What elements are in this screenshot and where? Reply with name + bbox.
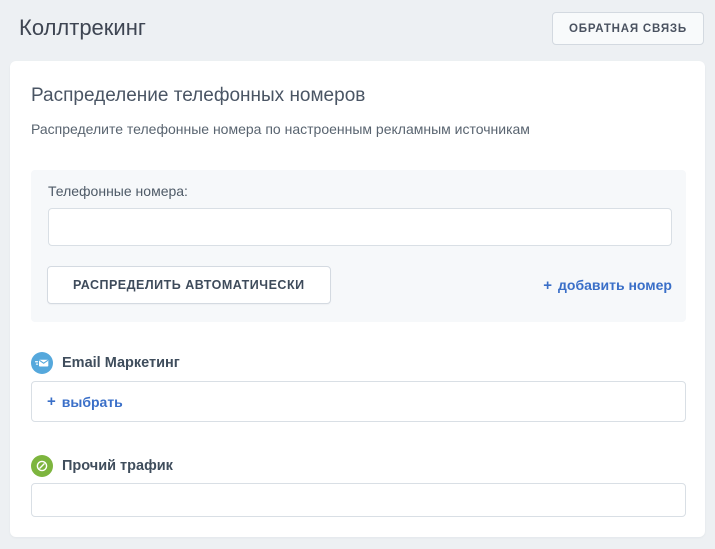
add-number-link[interactable]: + добавить номер [543,277,672,294]
other-traffic-input[interactable] [31,483,686,517]
distribution-card: Распределение телефонных номеров Распред… [10,61,705,537]
plus-icon: + [47,393,56,410]
add-number-label: добавить номер [558,277,672,293]
panel-actions: РАСПРЕДЕЛИТЬ АВТОМАТИЧЕСКИ + добавить но… [47,266,672,304]
feedback-button[interactable]: ОБРАТНАЯ СВЯЗЬ [552,12,704,45]
email-send-icon [31,352,53,374]
source-name-other-traffic: Прочий трафик [62,458,173,474]
compass-icon [31,455,53,477]
plus-icon: + [543,277,552,294]
email-source-select[interactable]: + выбрать [31,381,686,422]
card-heading: Распределение телефонных номеров [31,85,365,107]
phone-numbers-input[interactable] [48,208,672,246]
page-title: Коллтрекинг [19,15,146,41]
card-subtitle: Распределите телефонные номера по настро… [31,121,530,137]
select-link[interactable]: + выбрать [47,393,123,410]
select-label: выбрать [62,394,123,410]
phone-numbers-panel: Телефонные номера: РАСПРЕДЕЛИТЬ АВТОМАТИ… [31,170,686,322]
source-row-email: Email Маркетинг [31,352,180,374]
distribute-automatically-button[interactable]: РАСПРЕДЕЛИТЬ АВТОМАТИЧЕСКИ [47,266,331,304]
source-row-other-traffic: Прочий трафик [31,455,173,477]
phone-numbers-label: Телефонные номера: [48,183,188,199]
source-name-email: Email Маркетинг [62,355,180,371]
